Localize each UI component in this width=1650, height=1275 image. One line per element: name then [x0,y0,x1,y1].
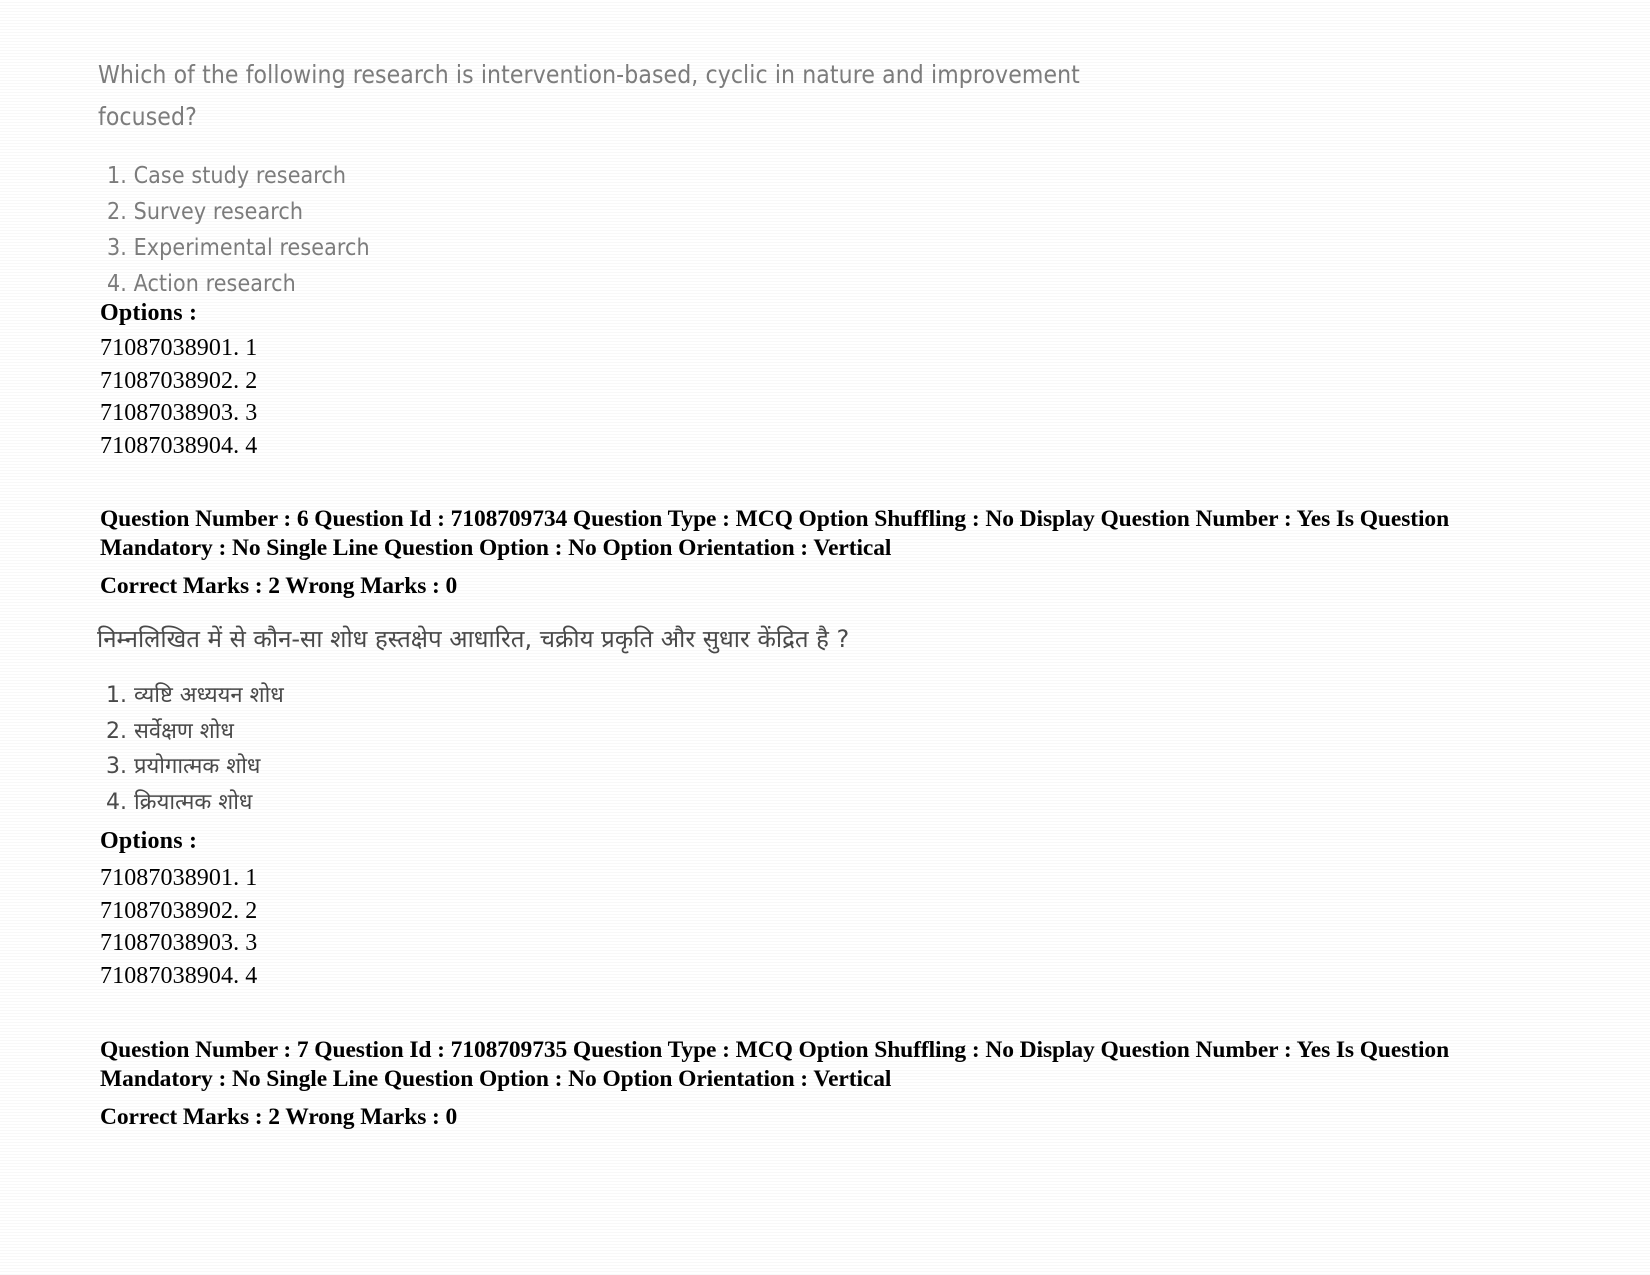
metadata-line-1: Question Number : 7 Question Id : 710870… [100,1037,1450,1063]
choice-item: 1. व्यष्टि अध्ययन शोध [106,683,284,708]
question-paper-page: Which of the following research is inter… [0,0,1650,1275]
option-id-row: 71087038901. 1 [100,335,258,361]
metadata-marks-line: Correct Marks : 2 Wrong Marks : 0 [100,1104,458,1130]
choice-list-hindi: 1. व्यष्टि अध्ययन शोध 2. सर्वेक्षण शोध 3… [106,678,866,820]
choice-item: 4. Action research [107,271,296,297]
option-id-row: 71087038902. 2 [100,367,258,394]
option-id-list-english: 71087038901. 1 71087038902. 2 7108703890… [100,332,257,462]
options-label-english: Options : [100,300,198,326]
metadata-line-2: Mandatory : No Single Line Question Opti… [100,1066,892,1092]
options-label-hindi: Options : [100,828,198,854]
option-id-list-hindi: 71087038901. 1 71087038902. 2 7108703890… [100,862,257,992]
choice-item: 2. Survey research [107,199,304,225]
question-metadata-block: Question Number : 6 Question Id : 710870… [100,505,1520,601]
choice-item: 4. क्रियात्मक शोध [106,789,253,815]
choice-item: 3. Experimental research [107,235,370,261]
option-id-row: 71087038904. 4 [100,432,258,459]
question-metadata-block: Question Number : 7 Question Id : 710870… [100,1036,1520,1132]
metadata-marks-line: Correct Marks : 2 Wrong Marks : 0 [100,573,458,599]
choice-list-english: 1. Case study research 2. Survey researc… [107,158,867,302]
choice-item: 1. Case study research [107,163,347,189]
metadata-line-1: Question Number : 6 Question Id : 710870… [100,506,1450,532]
metadata-line-2: Mandatory : No Single Line Question Opti… [100,535,892,561]
option-id-row: 71087038903. 3 [100,930,258,956]
question-stem-hindi: निम्नलिखित में से कौन-सा शोध हस्तक्षेप आ… [97,625,850,653]
option-id-row: 71087038901. 1 [100,865,258,891]
option-id-row: 71087038904. 4 [100,962,258,989]
option-id-row: 71087038903. 3 [100,400,258,426]
choice-item: 2. सर्वेक्षण शोध [106,718,234,744]
option-id-row: 71087038902. 2 [100,897,258,924]
choice-item: 3. प्रयोगात्मक शोध [106,754,261,779]
question-stem-english: Which of the following research is inter… [98,60,1080,131]
